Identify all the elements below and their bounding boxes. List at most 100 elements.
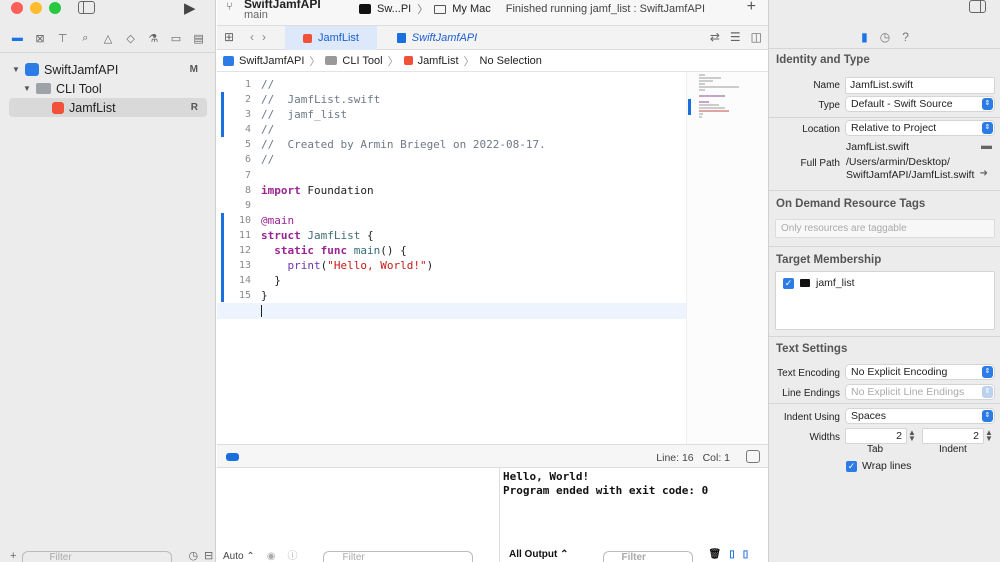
code-line: // jamf_list bbox=[261, 108, 348, 122]
keyword: func bbox=[320, 244, 348, 258]
zoom-window-button[interactable] bbox=[49, 2, 61, 14]
fullpath-line1: /Users/armin/Desktop/ bbox=[846, 156, 950, 168]
tree-item-label: SwiftJamfAPI bbox=[44, 62, 119, 77]
editor-options-icon[interactable]: ☰ bbox=[730, 30, 741, 44]
navigator-filter-input[interactable]: Filter bbox=[22, 551, 173, 562]
console-output[interactable]: Hello, World! Program ended with exit co… bbox=[501, 468, 768, 562]
console-toggle-icon[interactable] bbox=[746, 450, 760, 463]
close-window-button[interactable] bbox=[11, 2, 23, 14]
status-badge: M bbox=[189, 64, 198, 75]
split-right-icon[interactable]: ▯ bbox=[743, 548, 749, 562]
checkbox-checked-icon[interactable]: ✓ bbox=[846, 460, 857, 472]
tab-jamflist[interactable]: JamfList bbox=[285, 26, 377, 50]
folder-icon[interactable]: ▬ bbox=[981, 140, 992, 152]
activity-status: Finished running jamf_list : SwiftJamfAP… bbox=[505, 3, 706, 15]
info-icon[interactable]: ⓘ bbox=[287, 547, 297, 562]
source-editor[interactable]: 1 2 3 4 5 6 7 8 9 10 11 12 13 14 15 16 /… bbox=[217, 72, 686, 444]
jumpbar-group[interactable]: CLI Tool bbox=[342, 55, 382, 67]
run-icon[interactable]: ▶ bbox=[184, 0, 196, 17]
section-title: On Demand Resource Tags bbox=[776, 198, 926, 210]
disclosure-icon[interactable]: ▼ bbox=[22, 84, 32, 93]
folder-icon[interactable]: ▬ bbox=[10, 32, 24, 44]
add-button[interactable]: + bbox=[10, 550, 16, 562]
related-items-icon[interactable]: ⇄ bbox=[710, 30, 720, 44]
reveal-arrow-icon[interactable]: ➜ bbox=[980, 168, 988, 179]
warning-icon[interactable]: △ bbox=[101, 32, 115, 45]
auto-label: Auto bbox=[223, 551, 244, 562]
toolbar: ▶ ⑂ SwiftJamfAPI main Sw...PI 〉 My Mac F… bbox=[184, 0, 768, 26]
indent-using-label: Indent Using bbox=[783, 412, 840, 423]
trash-icon[interactable]: 🗑 bbox=[709, 548, 722, 562]
navigator-tabs: ▬ ⊠ ⊤ ⌕ △ ◇ ⚗ ▭ ▤ bbox=[0, 28, 216, 48]
search-icon[interactable]: ⌕ bbox=[78, 32, 92, 44]
indent-width-field[interactable]: 2 bbox=[923, 429, 983, 443]
test-icon[interactable]: ◇ bbox=[124, 32, 138, 45]
indent-width-stepper[interactable]: ▲ ▼ bbox=[985, 429, 993, 443]
grid-icon[interactable]: ⊞ bbox=[224, 31, 236, 43]
toggle-navigator-icon[interactable] bbox=[78, 1, 95, 14]
minimap[interactable] bbox=[686, 72, 768, 444]
tree-item-label: CLI Tool bbox=[56, 81, 102, 96]
indent-using-popup[interactable]: Spaces ⇕ bbox=[846, 409, 994, 423]
jump-bar: SwiftJamfAPI 〉 CLI Tool 〉 JamfList 〉 No … bbox=[217, 50, 768, 72]
console-line: Hello, World! bbox=[503, 470, 590, 483]
add-button[interactable]: + bbox=[747, 0, 756, 16]
tab-width-stepper[interactable]: ▲ ▼ bbox=[908, 429, 916, 443]
name-field[interactable]: JamfList.swift bbox=[846, 78, 994, 93]
breakpoint-icon[interactable]: ▭ bbox=[169, 32, 183, 45]
split-editor-icon[interactable]: ◫ bbox=[751, 30, 762, 44]
back-forward-icon[interactable]: ‹› bbox=[250, 30, 274, 44]
tab-label: JamfList bbox=[318, 32, 359, 44]
line-endings-value: No Explicit Line Endings bbox=[851, 386, 965, 398]
tab-bar: ⊞ ‹› JamfList SwiftJamfAPI ⇄ ☰ ◫ bbox=[217, 26, 768, 50]
target-row[interactable]: ✓ jamf_list bbox=[783, 277, 855, 289]
output-select[interactable]: All Output ⌃ bbox=[509, 548, 569, 562]
tab-width-field[interactable]: 2 bbox=[846, 429, 906, 443]
type-popup[interactable]: Default - Swift Source ⇕ bbox=[846, 97, 994, 111]
punctuation: { bbox=[360, 228, 374, 242]
history-inspector-icon[interactable]: ◷ bbox=[880, 30, 890, 44]
wrap-lines-checkbox[interactable]: ✓ Wrap lines bbox=[846, 460, 911, 472]
jumpbar-project[interactable]: SwiftJamfAPI bbox=[239, 55, 304, 67]
cursor-position: Line: 16 Col: 1 bbox=[650, 452, 730, 464]
tree-item-file[interactable]: JamfList R bbox=[9, 98, 207, 117]
toggle-inspector-icon[interactable] bbox=[969, 0, 986, 13]
checkbox-checked-icon[interactable]: ✓ bbox=[783, 277, 794, 289]
report-icon[interactable]: ▤ bbox=[192, 32, 206, 45]
location-popup[interactable]: Relative to Project ⇕ bbox=[846, 121, 994, 135]
hierarchy-icon[interactable]: ⊤ bbox=[56, 32, 70, 45]
console-filter-input[interactable]: Filter bbox=[602, 551, 693, 562]
tree-item-project[interactable]: ▼ SwiftJamfAPI M bbox=[0, 60, 216, 79]
source-control-icon[interactable]: ⊠ bbox=[33, 32, 47, 45]
odr-tags-field[interactable]: Only resources are taggable bbox=[776, 220, 994, 237]
file-inspector-icon[interactable]: ▮ bbox=[861, 30, 868, 44]
run-destination[interactable]: My Mac bbox=[452, 3, 491, 15]
minimize-window-button[interactable] bbox=[30, 2, 42, 14]
line-number: 8 bbox=[244, 184, 251, 196]
help-inspector-icon[interactable]: ? bbox=[902, 30, 909, 44]
window-controls bbox=[11, 2, 61, 14]
section-title: Text Settings bbox=[776, 343, 848, 355]
tree-item-group[interactable]: ▼ CLI Tool bbox=[0, 79, 216, 98]
jumpbar-file[interactable]: JamfList bbox=[418, 55, 459, 67]
run-target[interactable]: Sw...PI bbox=[377, 3, 411, 15]
variables-filter-input[interactable]: Filter bbox=[323, 551, 474, 562]
encoding-popup[interactable]: No Explicit Encoding ⇕ bbox=[846, 365, 994, 379]
project-navigator: ▬ ⊠ ⊤ ⌕ △ ◇ ⚗ ▭ ▤ ▼ SwiftJamfAPI M ▼ CLI… bbox=[0, 0, 216, 562]
filter-options-icon[interactable]: ⊟ bbox=[204, 549, 213, 562]
auto-select[interactable]: Auto ⌃ bbox=[223, 551, 255, 562]
clock-icon[interactable]: ◷ bbox=[188, 549, 198, 562]
console-line: Program ended with exit code: 0 bbox=[503, 484, 709, 497]
debug-icon[interactable]: ⚗ bbox=[146, 32, 160, 45]
jumpbar-selection[interactable]: No Selection bbox=[480, 55, 542, 67]
attribute: @main bbox=[261, 213, 295, 227]
tab-swiftjamfapi[interactable]: SwiftJamfAPI bbox=[377, 26, 497, 50]
line-endings-popup[interactable]: No Explicit Line Endings ⇕ bbox=[846, 385, 994, 399]
split-left-icon[interactable]: ▯ bbox=[729, 548, 735, 562]
debug-area-toggle-icon[interactable] bbox=[226, 453, 239, 461]
eye-icon[interactable]: ◉ bbox=[267, 551, 276, 562]
disclosure-icon[interactable]: ▼ bbox=[11, 65, 21, 74]
code-line: struct JamfList { bbox=[261, 228, 686, 243]
